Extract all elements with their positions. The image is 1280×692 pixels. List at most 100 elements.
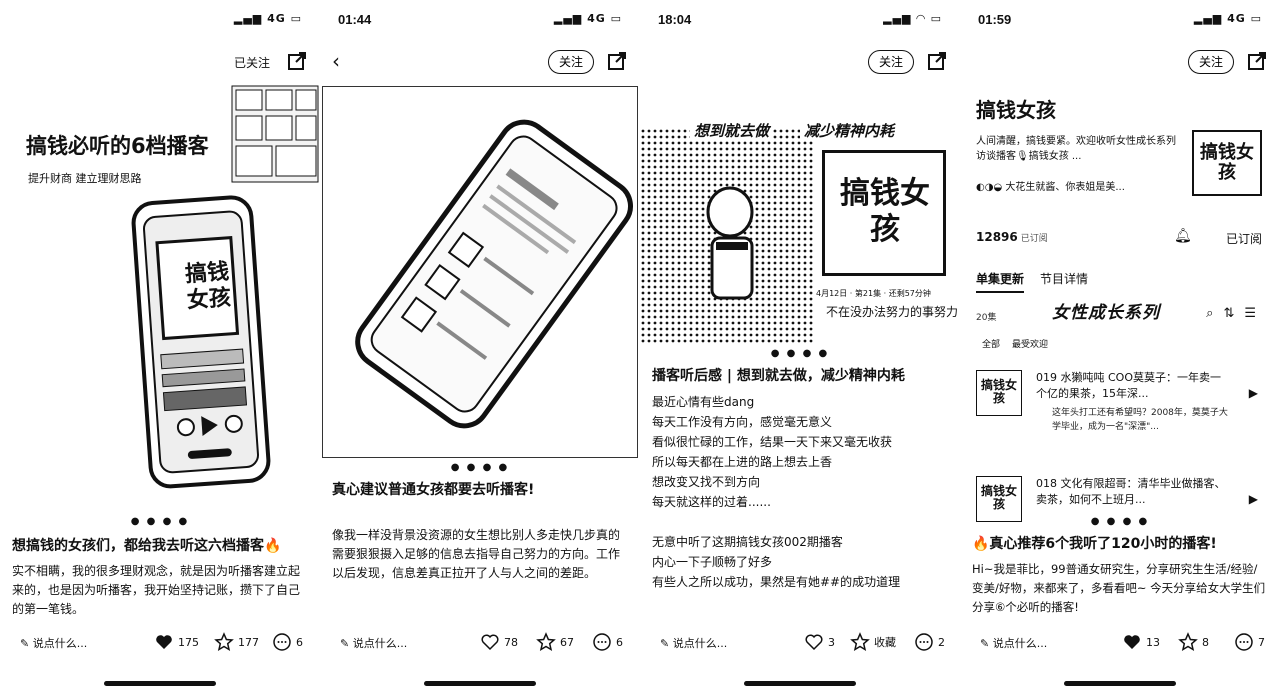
bottom-bar: ✎ 说点什么... 175 177 6 [0, 630, 320, 656]
home-indicator [744, 681, 856, 686]
tab-details[interactable]: 节目详情 [1040, 270, 1088, 293]
post-line: 每天就这样的过着...... [652, 495, 771, 509]
post-body: 实不相瞒，我的很多理财观念，就是因为听播客建立起来的，也是因为听播客，我开始坚持… [12, 564, 301, 616]
like-button[interactable]: 78 [480, 632, 518, 652]
heart-icon [481, 634, 499, 651]
comment-button[interactable]: 7 [1234, 632, 1265, 652]
post-title: 想搞钱的女孩们，都给我去听这六档播客🔥 [12, 538, 282, 554]
comment-input[interactable]: ✎ 说点什么... [660, 635, 727, 651]
episode-title: 019 水獭吨吨 COO莫莫子：一年卖一个亿的果茶，15年深... [1036, 371, 1221, 400]
signal-label: 4G [587, 12, 606, 25]
search-icon[interactable]: ⌕ [1206, 306, 1223, 321]
post-line: 最近心情有些dang [652, 395, 755, 409]
post-image[interactable]: 搞钱女孩 人间清醒，搞钱要紧。欢迎收听女性成长系列访谈播客🎙搞钱女孩 ... 搞… [960, 84, 1280, 524]
back-icon[interactable]: ‹ [332, 51, 340, 71]
post-panel-2: 01:44 ▂▄▆ 4G ▭ ‹ 关注 ● ● ● ● 真心建议普通女孩都要去听… [320, 0, 640, 692]
like-button[interactable]: 13 [1122, 632, 1160, 652]
bottom-bar: ✎ 说点什么... 13 8 7 [960, 630, 1280, 656]
comment-count: 7 [1258, 635, 1265, 649]
subscriber-number: 12896 [976, 230, 1018, 244]
comment-placeholder: 说点什么... [32, 637, 88, 650]
post-image[interactable]: 搞钱必听的6档播客 提升财商 建立理财思路 搞钱女孩 [0, 84, 320, 514]
share-icon[interactable] [606, 50, 628, 72]
post-line: 所以每天都在上进的路上想去上香 [652, 455, 833, 469]
comment-button[interactable]: 6 [592, 632, 623, 652]
hero-right-caption: 减少精神内耗 [800, 120, 899, 141]
post-title: 播客听后感 | 想到就去做，减少精神内耗 [652, 368, 905, 384]
bottom-bar: ✎ 说点什么... 78 67 6 [320, 630, 640, 656]
status-icons: ▂▄▆ ◠ ▭ [883, 12, 942, 25]
status-time: 18:04 [658, 12, 692, 27]
play-icon[interactable]: ▶ [1249, 386, 1258, 400]
post-line: 每天工作没有方向，感觉毫无意义 [652, 415, 833, 429]
post-body: 最近心情有些dang 每天工作没有方向，感觉毫无意义 看似很忙碌的工作，结果一天… [652, 392, 948, 592]
collect-button[interactable]: 67 [536, 632, 574, 652]
phone-illustration [355, 119, 633, 429]
tab-episodes[interactable]: 单集更新 [976, 270, 1025, 293]
top-bar: 关注 [640, 48, 960, 78]
filter-icon[interactable]: ☰ [1244, 306, 1266, 321]
star-icon [214, 632, 234, 652]
share-icon[interactable] [286, 50, 308, 72]
comment-input[interactable]: ✎ 说点什么... [980, 635, 1047, 651]
hero-brand: 搞钱女孩 [184, 258, 232, 314]
follow-button[interactable]: 关注 [868, 50, 915, 74]
like-button[interactable]: 175 [154, 632, 199, 652]
comment-button[interactable]: 6 [272, 632, 303, 652]
carousel-dots: ● ● ● ● [770, 348, 830, 359]
status-bar: 18:04 ▂▄▆ ◠ ▭ [658, 10, 942, 30]
bell-icon[interactable]: 🔔︎ [1174, 228, 1192, 244]
post-line: 无意中听了这期搞钱女孩002期播客 [652, 535, 843, 549]
episode-meta: 4月12日 · 第21集 · 还剩57分钟 [816, 289, 931, 298]
post-image[interactable]: 想到就去做 减少精神内耗 搞钱女孩 4月12日 · 第21集 · 还剩57分钟 … [640, 92, 960, 344]
home-indicator [424, 681, 536, 686]
post-image[interactable] [322, 86, 638, 458]
post-panel-1: ▂▄▆ 4G ▭ 已关注 搞钱必听的6档播客 提升财商 建立理财思路 搞钱女孩 … [0, 0, 320, 692]
play-icon[interactable]: ▶ [1249, 492, 1258, 506]
top-bar: ‹ 关注 [320, 48, 640, 78]
podcast-hosts: ◐◑◒ 大花生就酱、你表姐是美... [976, 182, 1125, 193]
like-count: 13 [1146, 635, 1160, 649]
post-line: 想改变又找不到方向 [652, 475, 761, 489]
comment-input[interactable]: ✎ 说点什么... [340, 635, 407, 651]
episode-title: 018 文化有限超哥：清华毕业做播客、卖茶，如何不上班月... [1036, 477, 1226, 506]
post-title: 🔥真心推荐6个我听了120小时的播客! [972, 536, 1217, 552]
bottom-bar: ✎ 说点什么... 3 收藏 2 [640, 630, 960, 656]
like-button[interactable]: 3 [804, 632, 835, 652]
carousel-dots: ● ● ● ● [130, 516, 190, 527]
filter-all[interactable]: 全部 [982, 337, 1000, 350]
signal-label: 4G [267, 12, 286, 25]
status-bar: 01:59 ▂▄▆ 4G ▭ [978, 10, 1262, 30]
list-tools: ⌕⇅☰ [1206, 306, 1266, 321]
post-body: 像我一样没背景没资源的女生想比别人多走快几步真的需要狠狠摄入足够的信息去指导自己… [332, 528, 621, 580]
share-icon[interactable] [1246, 50, 1268, 72]
top-bar: 已关注 [0, 48, 320, 78]
heart-icon [156, 635, 172, 649]
top-bar: 关注 [960, 48, 1280, 78]
collect-button[interactable]: 177 [214, 632, 259, 652]
collect-button[interactable]: 8 [1178, 632, 1209, 652]
post-panel-3: 18:04 ▂▄▆ ◠ ▭ 关注 想到就去做 减少精神内耗 搞钱女孩 4月12日… [640, 0, 960, 692]
podcast-cover: 搞钱女孩 [1192, 130, 1262, 196]
episode-count: 20集 [976, 313, 997, 323]
comment-button[interactable]: 2 [914, 632, 945, 652]
episode-desc: 这年头打工还有希望吗？2008年，莫莫子大学毕业，成为一名"深漂"... [1052, 408, 1228, 432]
like-count: 78 [504, 635, 518, 649]
carousel-dots: ● ● ● ● [1090, 516, 1150, 527]
star-icon [536, 632, 556, 652]
filter-popular[interactable]: 最受欢迎 [1012, 337, 1048, 350]
follow-status[interactable]: 已关注 [234, 54, 270, 71]
follow-button[interactable]: 关注 [1188, 50, 1235, 74]
follow-button[interactable]: 关注 [548, 50, 595, 74]
episode-item[interactable]: 搞钱女孩 019 水獭吨吨 COO莫莫子：一年卖一个亿的果茶，15年深... 这… [976, 370, 1264, 450]
sort-icon[interactable]: ⇅ [1223, 306, 1244, 321]
comment-placeholder: 说点什么... [672, 637, 728, 650]
share-icon[interactable] [926, 50, 948, 72]
phone-illustration [131, 195, 271, 489]
post-line: 看似很忙碌的工作，结果一天下来又毫无收获 [652, 435, 893, 449]
comment-input[interactable]: ✎ 说点什么... [20, 635, 87, 651]
subscribed-button[interactable]: 已订阅 [1226, 230, 1262, 247]
hosts-text: 大花生就酱、你表姐是美... [1005, 182, 1125, 193]
hero-title: 搞钱必听的6档播客 [26, 134, 209, 158]
collect-button[interactable]: 收藏 [850, 632, 896, 652]
